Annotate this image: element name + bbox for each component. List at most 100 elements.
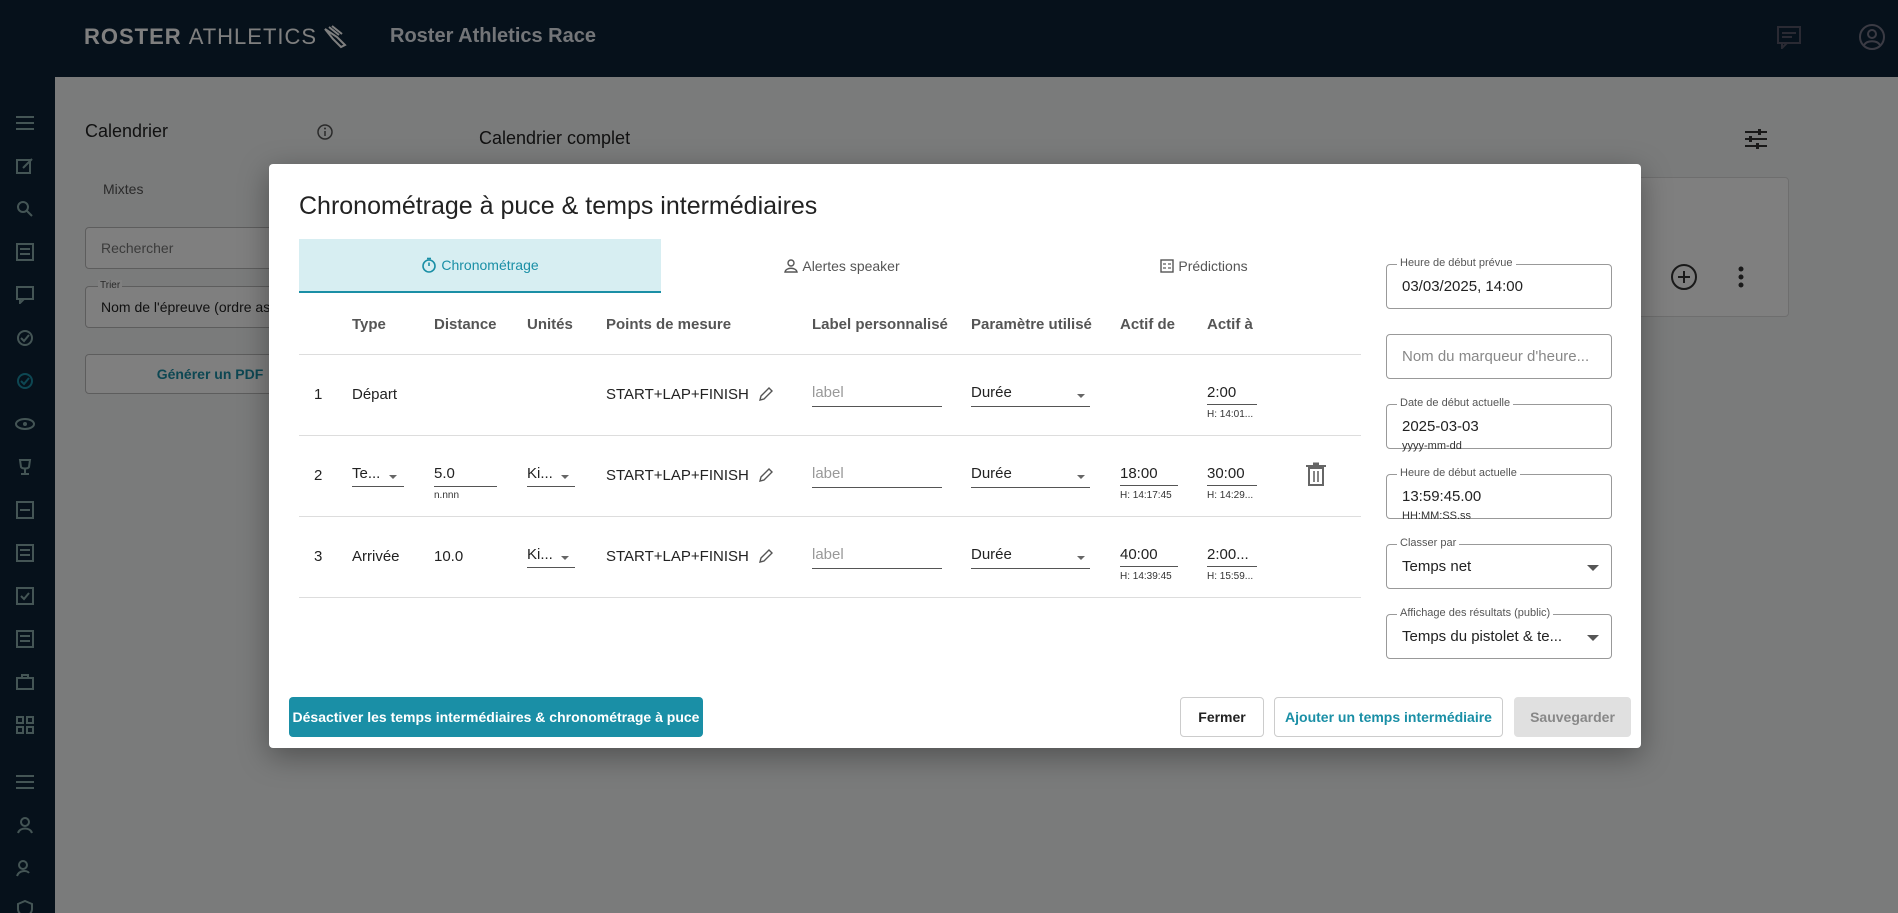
active-from-hint: H: 14:39:45 [1120, 571, 1172, 582]
active-from-underline [1120, 566, 1178, 567]
results-display-select[interactable]: Affichage des résultats (public) Temps d… [1386, 607, 1612, 659]
edit-pencil-icon[interactable] [758, 548, 774, 569]
actual-date-value: 2025-03-03 [1402, 418, 1479, 435]
active-to-hint: H: 14:29... [1207, 490, 1254, 501]
rank-label: Classer par [1397, 537, 1460, 549]
tab-predictions[interactable]: Prédictions [1023, 239, 1385, 293]
display-value: Temps du pistolet & te... [1402, 628, 1563, 645]
chevron-down-icon [1077, 475, 1085, 479]
chevron-down-icon [561, 556, 569, 560]
chevron-down-icon [1587, 565, 1599, 571]
col-label: Label personnalisé [812, 316, 948, 333]
units-select[interactable]: Ki... [527, 465, 553, 482]
active-to-underline [1207, 404, 1257, 405]
param-select[interactable]: Durée [971, 546, 1012, 563]
save-button[interactable]: Sauvegarder [1514, 697, 1631, 737]
active-to-underline [1207, 485, 1257, 486]
distance-underline [434, 486, 497, 487]
save-label: Sauvegarder [1530, 709, 1615, 725]
disable-splits-label: Désactiver les temps intermédiaires & ch… [292, 709, 700, 725]
add-split-label: Ajouter un temps intermédiaire [1285, 709, 1492, 725]
divider [299, 516, 1361, 517]
chevron-down-icon [1077, 556, 1085, 560]
param-select[interactable]: Durée [971, 384, 1012, 401]
planned-start-field[interactable]: Heure de début prévue 03/03/2025, 14:00 [1386, 257, 1612, 309]
close-button[interactable]: Fermer [1180, 697, 1264, 737]
row-type-select[interactable]: Te... [352, 465, 380, 482]
actual-date-label: Date de début actuelle [1397, 397, 1514, 409]
units-underline [527, 486, 575, 487]
close-label: Fermer [1198, 709, 1246, 725]
active-from-underline [1120, 485, 1178, 486]
distance-hint: n.nnn [434, 490, 460, 501]
row-points: START+LAP+FINISH [606, 548, 749, 565]
actual-time-value: 13:59:45.00 [1402, 488, 1482, 505]
chevron-down-icon [561, 475, 569, 479]
tabs: Chronométrage Alertes speaker Prédiction… [299, 239, 1361, 293]
rank-by-select[interactable]: Classer par Temps net [1386, 537, 1612, 589]
edit-pencil-icon[interactable] [758, 467, 774, 488]
label-input[interactable]: label [812, 546, 844, 563]
chevron-down-icon [1587, 635, 1599, 641]
active-to-hint: H: 15:59... [1207, 571, 1254, 582]
delete-icon[interactable] [1305, 462, 1327, 491]
tab-predictions-label: Prédictions [1178, 258, 1248, 274]
col-distance: Distance [434, 316, 497, 333]
active-from-input[interactable]: 18:00 [1120, 465, 1158, 482]
row-points: START+LAP+FINISH [606, 467, 749, 484]
label-underline [812, 487, 942, 488]
edit-pencil-icon[interactable] [758, 386, 774, 407]
add-split-button[interactable]: Ajouter un temps intermédiaire [1274, 697, 1503, 737]
param-select[interactable]: Durée [971, 465, 1012, 482]
divider [299, 354, 1361, 355]
actual-time-hint: HH:MM:SS.ss [1402, 510, 1472, 522]
col-units: Unités [527, 316, 573, 333]
row-number: 3 [314, 548, 323, 565]
split-timing-dialog: Chronométrage à puce & temps intermédiai… [269, 164, 1641, 748]
active-to-input[interactable]: 2:00... [1207, 546, 1249, 563]
tab-alertes-speaker[interactable]: Alertes speaker [661, 239, 1023, 293]
col-param: Paramètre utilisé [971, 316, 1092, 333]
type-underline [352, 486, 404, 487]
planned-start-value: 03/03/2025, 14:00 [1402, 278, 1523, 295]
time-marker-placeholder: Nom du marqueur d'heure... [1402, 348, 1590, 365]
rank-value: Temps net [1402, 558, 1472, 575]
active-to-input[interactable]: 2:00 [1207, 384, 1236, 401]
disable-splits-button[interactable]: Désactiver les temps intermédiaires & ch… [289, 697, 703, 737]
active-from-input[interactable]: 40:00 [1120, 546, 1158, 563]
actual-date-hint: yyyy-mm-dd [1402, 440, 1462, 452]
display-label: Affichage des résultats (public) [1397, 607, 1554, 619]
row-type: Arrivée [352, 548, 400, 565]
active-from-hint: H: 14:17:45 [1120, 490, 1172, 501]
active-to-hint: H: 14:01... [1207, 409, 1254, 420]
units-select[interactable]: Ki... [527, 546, 553, 563]
row-points: START+LAP+FINISH [606, 386, 749, 403]
tab-alertes-label: Alertes speaker [802, 258, 900, 274]
calculator-icon [1160, 259, 1175, 273]
param-underline [971, 406, 1090, 407]
chevron-down-icon [389, 475, 397, 479]
person-icon [784, 259, 799, 273]
row-number: 2 [314, 467, 323, 484]
tab-chronometrage[interactable]: Chronométrage [299, 239, 661, 293]
divider [299, 597, 1361, 598]
stopwatch-icon [422, 257, 437, 273]
label-underline [812, 406, 942, 407]
chevron-down-icon [1077, 394, 1085, 398]
col-type: Type [352, 316, 386, 333]
active-to-input[interactable]: 30:00 [1207, 465, 1245, 482]
units-underline [527, 567, 575, 568]
row-type: Départ [352, 386, 398, 403]
distance-value: 10.0 [434, 548, 464, 565]
col-active-from: Actif de [1120, 316, 1176, 333]
param-underline [971, 568, 1090, 569]
row-number: 1 [314, 386, 323, 403]
label-underline [812, 568, 942, 569]
param-underline [971, 487, 1090, 488]
col-points: Points de mesure [606, 316, 732, 333]
active-to-underline [1207, 566, 1257, 567]
label-input[interactable]: label [812, 465, 844, 482]
time-marker-name-input[interactable]: Nom du marqueur d'heure... [1386, 334, 1612, 379]
distance-input[interactable]: 5.0 [434, 465, 455, 482]
label-input[interactable]: label [812, 384, 844, 401]
